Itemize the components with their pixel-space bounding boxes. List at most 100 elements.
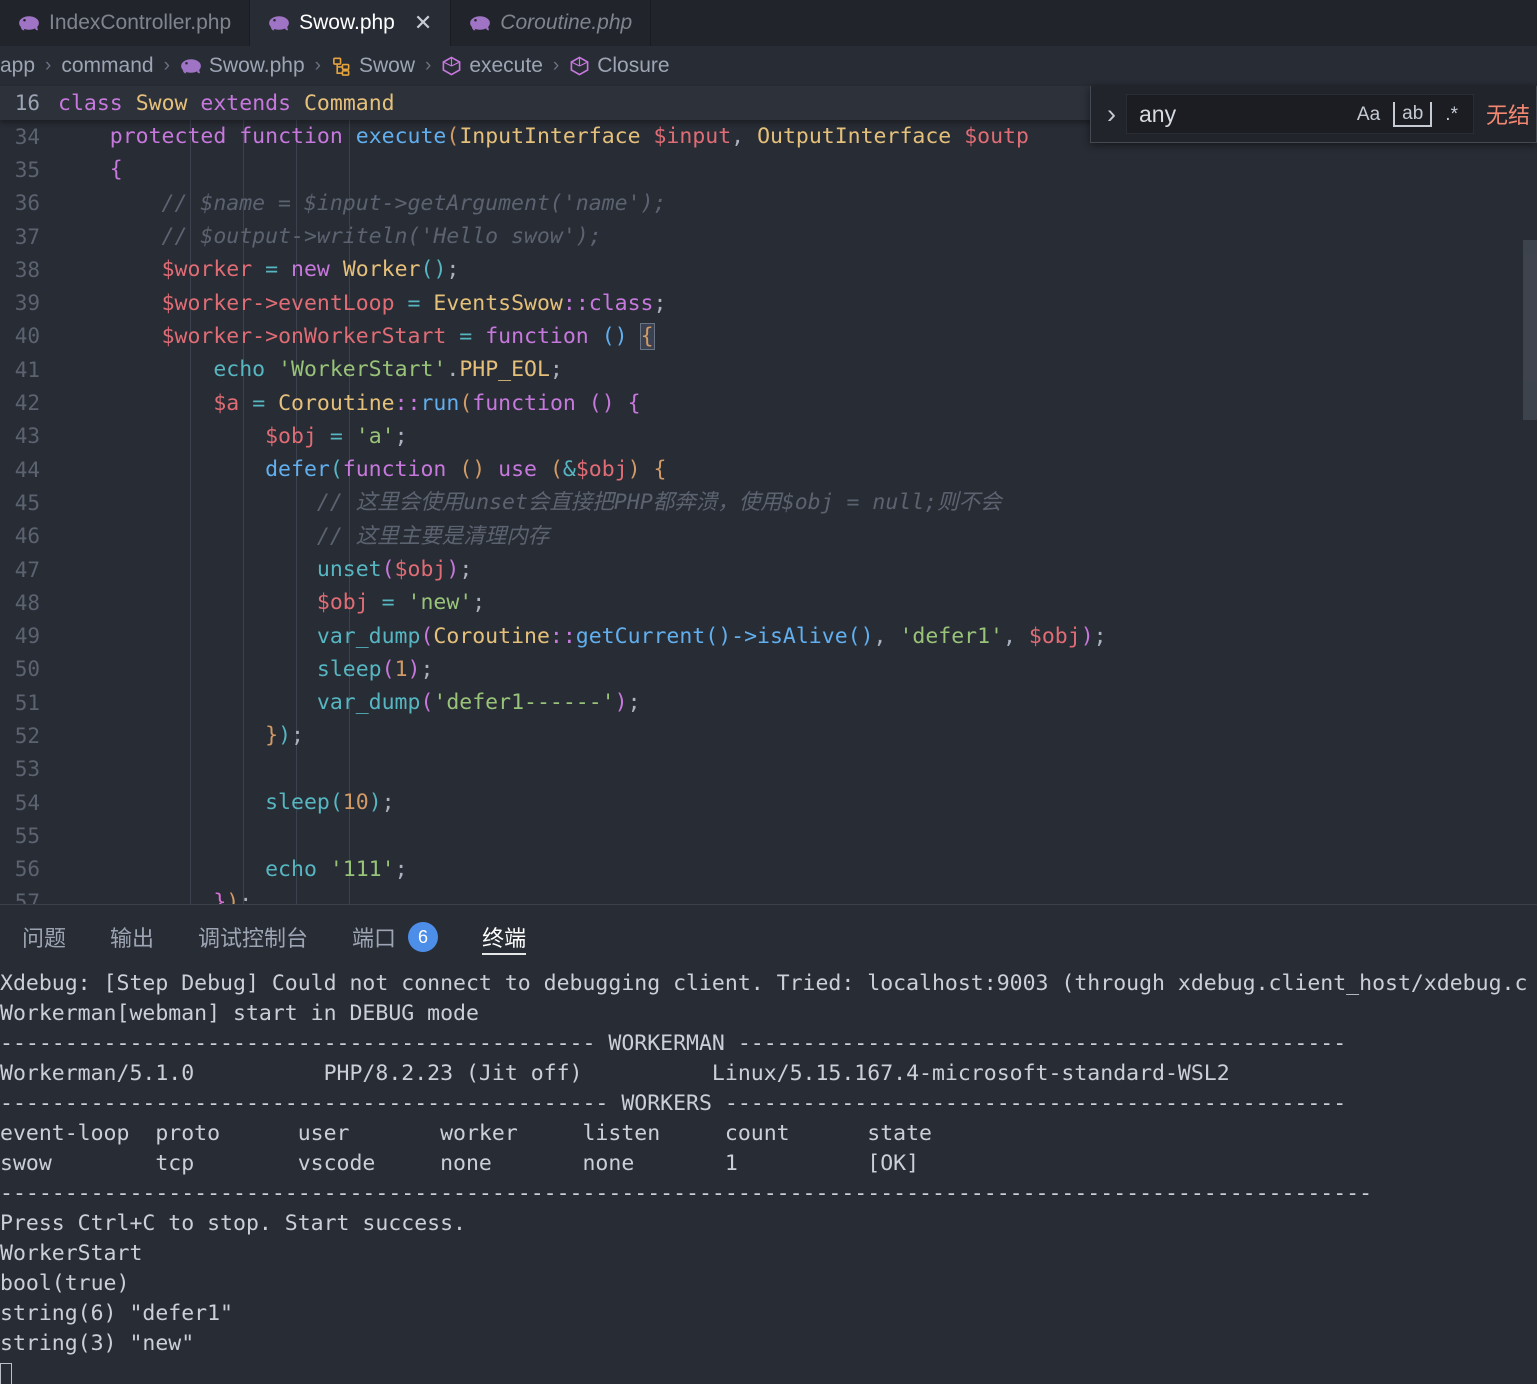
code-line-37[interactable]: 37 // $output->writeln('Hello swow'); — [0, 220, 1537, 253]
breadcrumb-separator-icon: › — [45, 55, 52, 76]
find-input[interactable]: any Aa ab .* — [1126, 94, 1474, 134]
code-line-56[interactable]: 56 echo '111'; — [0, 853, 1537, 886]
terminal-line: ----------------------------------------… — [0, 1091, 1347, 1116]
line-content: $obj = 'a'; — [265, 423, 408, 449]
code-line-46[interactable]: 46 // 这里主要是清理内存 — [0, 520, 1537, 553]
line-number: 44 — [14, 457, 40, 482]
code-line-40[interactable]: 40 $worker->onWorkerStart = function () … — [0, 320, 1537, 353]
code-line-36[interactable]: 36 // $name = $input->getArgument('name'… — [0, 187, 1537, 220]
breadcrumb-separator-icon: › — [552, 55, 560, 76]
panel-tab-label: 端口 — [352, 926, 397, 951]
code-line-45[interactable]: 45 // 这里会使用unset会直接把PHP都奔溃，使用$obj = null… — [0, 486, 1537, 519]
breadcrumb-separator-icon: › — [425, 55, 432, 76]
panel-tab-ports[interactable]: 端口 6 — [330, 905, 460, 969]
terminal-cursor — [0, 1363, 12, 1384]
whole-word-icon[interactable]: ab — [1393, 101, 1433, 127]
php-elephant-icon — [19, 16, 39, 31]
breadcrumb-item-method-closure[interactable]: Closure — [569, 54, 670, 78]
line-content: }); — [213, 889, 253, 904]
code-line-41[interactable]: 41 echo 'WorkerStart'.PHP_EOL; — [0, 353, 1537, 386]
sticky-line-number: 16 — [14, 91, 40, 115]
code-editor[interactable]: 34 protected function execute(InputInter… — [0, 120, 1537, 904]
bottom-panel: 问题 输出 调试控制台 端口 6 终端 Xdebug: [Step Debug]… — [0, 904, 1537, 1384]
line-number: 52 — [14, 723, 40, 748]
line-number: 38 — [14, 257, 40, 282]
panel-tab-bar: 问题 输出 调试控制台 端口 6 终端 — [0, 905, 1537, 969]
line-content: $obj = 'new'; — [316, 590, 486, 616]
panel-tab-terminal[interactable]: 终端 — [460, 905, 548, 969]
line-number: 34 — [14, 124, 40, 149]
terminal-line-table-row: swow tcp vscode none none 1 [OK] — [0, 1151, 920, 1176]
breadcrumb-item-app[interactable]: app — [0, 54, 35, 78]
terminal-line: ----------------------------------------… — [0, 1181, 1373, 1206]
line-content: }); — [265, 723, 304, 749]
breadcrumb-label: Closure — [597, 54, 670, 77]
line-number: 53 — [14, 757, 40, 782]
code-line-51[interactable]: 51 var_dump('defer1------'); — [0, 686, 1537, 719]
line-number: 45 — [14, 490, 40, 515]
find-widget[interactable]: › any Aa ab .* 无结 — [1090, 86, 1537, 143]
line-content: // 这里主要是清理内存 — [58, 523, 550, 549]
code-line-39[interactable]: 39 $worker->eventLoop = EventsSwow::clas… — [0, 286, 1537, 319]
php-elephant-icon — [470, 16, 491, 31]
line-number: 37 — [14, 224, 40, 249]
code-line-35[interactable]: 35 { — [0, 153, 1537, 186]
line-number: 40 — [14, 324, 40, 349]
panel-tab-problems[interactable]: 问题 — [0, 905, 88, 969]
vscode-window: IndexController.php Swow.php ✕ Coroutine… — [0, 0, 1537, 1384]
line-number: 35 — [14, 157, 40, 182]
scrollbar-thumb[interactable] — [1523, 240, 1537, 420]
panel-tab-output[interactable]: 输出 — [88, 905, 176, 969]
code-line-53[interactable]: 53 — [0, 753, 1537, 786]
code-line-55[interactable]: 55 — [0, 819, 1537, 852]
line-content: // $output->writeln('Hello swow'); — [58, 224, 602, 250]
breadcrumb-item-file[interactable]: Swow.php — [180, 54, 305, 78]
editor-tab-swow[interactable]: Swow.php ✕ — [250, 0, 452, 46]
line-content: $a = Coroutine::run(function () { — [213, 390, 641, 416]
breadcrumb-label: execute — [469, 54, 543, 77]
code-line-50[interactable]: 50 sleep(1); — [0, 653, 1537, 686]
line-content: { — [109, 157, 123, 183]
code-line-52[interactable]: 52 }); — [0, 719, 1537, 752]
line-number: 48 — [14, 590, 40, 615]
breadcrumb-item-method-execute[interactable]: execute — [441, 54, 543, 78]
panel-tab-label: 调试控制台 — [198, 926, 309, 951]
editor-tab-bar: IndexController.php Swow.php ✕ Coroutine… — [0, 0, 1537, 46]
code-line-47[interactable]: 47 unset($obj); — [0, 553, 1537, 586]
line-number: 51 — [14, 690, 40, 715]
panel-tab-debug-console[interactable]: 调试控制台 — [176, 905, 330, 969]
code-line-44[interactable]: 44 defer(function () use (&$obj) { — [0, 453, 1537, 486]
class-symbol-icon — [333, 57, 350, 76]
line-number: 39 — [14, 291, 40, 316]
code-line-38[interactable]: 38 $worker = new Worker(); — [0, 253, 1537, 286]
breadcrumb-item-command[interactable]: command — [61, 54, 153, 78]
terminal-line: bool(true) — [0, 1271, 130, 1296]
code-line-42[interactable]: 42 $a = Coroutine::run(function () { — [0, 386, 1537, 419]
code-line-49[interactable]: 49 var_dump(Coroutine::getCurrent()->isA… — [0, 619, 1537, 652]
find-input-value[interactable]: any — [1139, 101, 1344, 128]
editor-tab-coroutine[interactable]: Coroutine.php — [451, 0, 652, 46]
line-number: 56 — [14, 857, 40, 882]
editor-vertical-scrollbar[interactable] — [1523, 120, 1537, 904]
line-content: $worker->eventLoop = EventsSwow::class; — [161, 290, 667, 316]
code-line-43[interactable]: 43 $obj = 'a'; — [0, 420, 1537, 453]
breadcrumb-label: app — [0, 54, 36, 77]
terminal-line: Workerman/5.1.0 PHP/8.2.23 (Jit off) Lin… — [0, 1061, 1230, 1086]
panel-tab-label: 终端 — [482, 926, 527, 951]
code-line-57[interactable]: 57 }); — [0, 886, 1537, 904]
line-number: 46 — [14, 524, 40, 549]
use-regex-icon[interactable]: .* — [1438, 103, 1465, 126]
line-content: $worker = new Worker(); — [161, 257, 460, 283]
breadcrumb-separator-icon: › — [163, 55, 170, 76]
line-content: // 这里会使用unset会直接把PHP都奔溃，使用$obj = null;则不… — [58, 490, 1002, 516]
code-line-48[interactable]: 48 $obj = 'new'; — [0, 586, 1537, 619]
code-line-54[interactable]: 54 sleep(10); — [0, 786, 1537, 819]
breadcrumb-item-class[interactable]: Swow — [331, 54, 415, 78]
terminal-output[interactable]: Xdebug: [Step Debug] Could not connect t… — [0, 969, 1537, 1384]
method-symbol-icon — [442, 56, 461, 76]
chevron-right-icon[interactable]: › — [1097, 100, 1126, 128]
editor-tab-indexcontroller[interactable]: IndexController.php — [0, 0, 251, 46]
close-icon[interactable]: ✕ — [414, 12, 432, 34]
line-number: 54 — [14, 790, 40, 815]
match-case-icon[interactable]: Aa — [1350, 103, 1387, 126]
